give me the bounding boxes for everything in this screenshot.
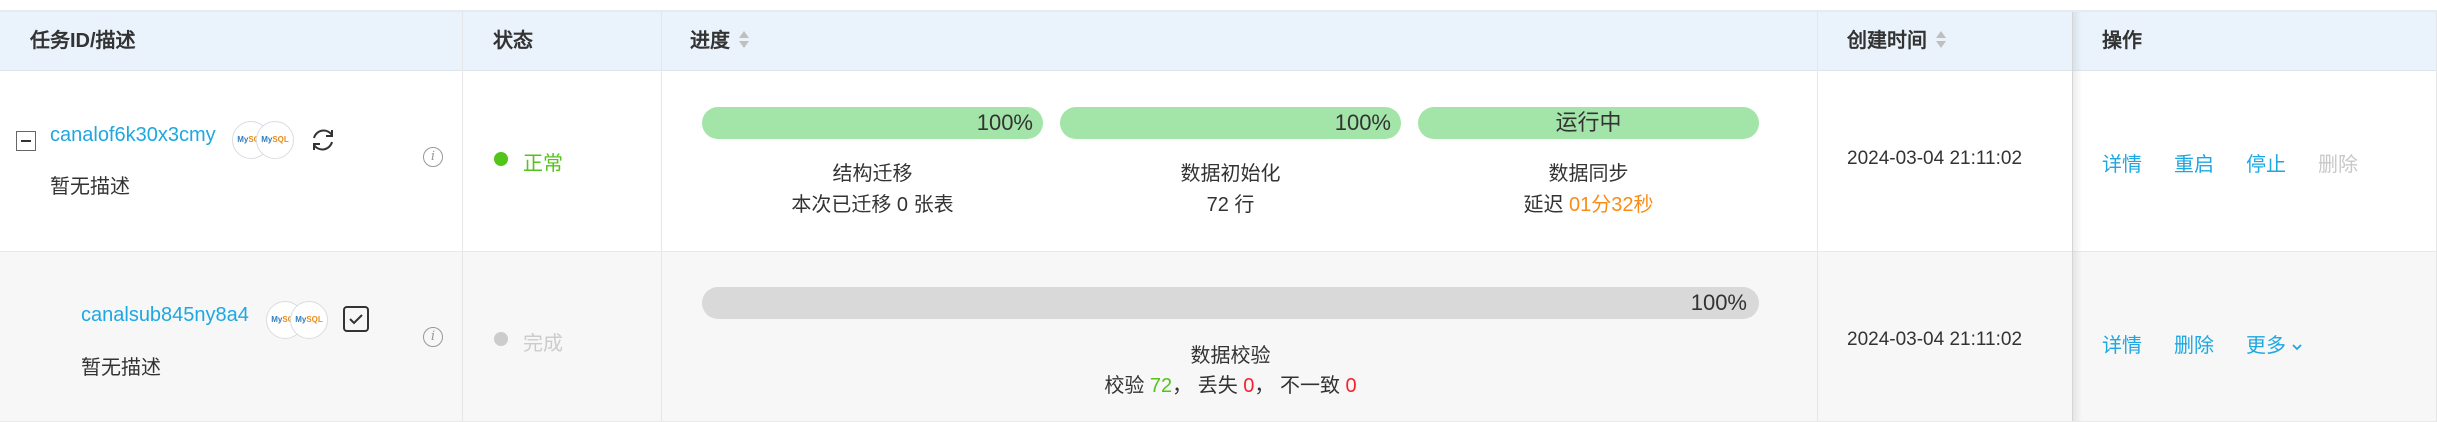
verify-summary: 校验 72， 丢失 0， 不一致 0 <box>702 369 1759 398</box>
sync-icon <box>308 125 338 155</box>
info-icon[interactable]: i <box>423 147 443 167</box>
mysql-target-icon: MySQL <box>256 121 294 159</box>
fixed-column-shadow <box>2072 12 2082 421</box>
more-label: 更多 <box>2246 335 2286 357</box>
stage-title: 结构迁移 <box>832 163 913 185</box>
delay-value: 01分32秒 <box>1569 194 1654 216</box>
task-description: 暂无描述 <box>50 176 130 198</box>
header-task: 任务ID/描述 <box>30 12 136 70</box>
status-dot <box>494 332 508 346</box>
created-time: 2024-03-04 21:11:02 <box>1847 329 2023 350</box>
column-divider <box>462 12 463 421</box>
info-icon[interactable]: i <box>423 327 443 347</box>
progress-bar-text: 100% <box>1690 290 1747 315</box>
stage-detail: 延迟 01分32秒 <box>1418 188 1759 217</box>
collapse-toggle-icon[interactable] <box>16 131 36 151</box>
created-time: 2024-03-04 21:11:02 <box>1847 148 2023 169</box>
header-progress-label: 进度 <box>690 30 730 52</box>
delete-button[interactable]: 删除 <box>2174 329 2214 358</box>
stage-title: 数据同步 <box>1548 163 1629 185</box>
header-progress[interactable]: 进度 <box>690 12 750 70</box>
header-task-label: 任务ID/描述 <box>30 30 136 52</box>
more-dropdown[interactable]: 更多 <box>2246 329 2304 358</box>
lost-label: ， 丢失 <box>1172 375 1244 397</box>
progress-bar-schema: 100% <box>702 107 1043 139</box>
task-description: 暂无描述 <box>81 357 161 379</box>
column-divider <box>661 12 662 421</box>
verify-count: 72 <box>1149 375 1173 397</box>
lost-count: 0 <box>1243 375 1255 397</box>
header-actions: 操作 <box>2102 12 2142 70</box>
stage-title: 数据初始化 <box>1180 163 1281 185</box>
restart-button[interactable]: 重启 <box>2174 148 2214 177</box>
stage-title: 数据校验 <box>1190 345 1271 367</box>
detail-button[interactable]: 详情 <box>2102 148 2142 177</box>
delay-label: 延迟 <box>1523 194 1570 216</box>
detail-button[interactable]: 详情 <box>2102 329 2142 358</box>
stage-detail: 72 行 <box>1206 194 1255 216</box>
progress-bar-init: 100% <box>1060 107 1401 139</box>
status-text: 完成 <box>523 333 563 355</box>
progress-bar-text: 运行中 <box>1555 110 1622 135</box>
header-created-label: 创建时间 <box>1847 30 1927 52</box>
mismatch-label: ， 不一致 <box>1254 375 1346 397</box>
delete-button-disabled[interactable]: 删除 <box>2318 148 2358 177</box>
verify-label: 校验 <box>1104 375 1150 397</box>
sort-icon[interactable] <box>738 30 750 50</box>
progress-bar-text: 100% <box>1334 110 1391 135</box>
status-text: 正常 <box>523 153 563 175</box>
progress-bar-sync: 运行中 <box>1418 107 1759 139</box>
column-divider <box>1817 12 1818 421</box>
stage-detail: 本次已迁移 0 张表 <box>791 194 954 216</box>
header-actions-label: 操作 <box>2102 30 2142 52</box>
status-dot <box>494 152 508 166</box>
progress-bar-verify: 100% <box>702 287 1759 319</box>
chevron-down-icon <box>2292 344 2302 350</box>
progress-bar-text: 100% <box>976 110 1033 135</box>
header-created[interactable]: 创建时间 <box>1847 12 1947 70</box>
mysql-target-icon: MySQL <box>290 301 328 339</box>
task-id-link[interactable]: canalof6k30x3cmy <box>50 124 216 147</box>
task-id-link[interactable]: canalsub845ny8a4 <box>81 304 249 327</box>
top-border <box>0 0 2437 12</box>
mismatch-count: 0 <box>1345 375 1357 397</box>
task-table: 任务ID/描述 状态 进度 创建时间 操作 canalof6k30x3cmy M… <box>0 0 2437 422</box>
stop-button[interactable]: 停止 <box>2246 148 2286 177</box>
checked-box-icon <box>342 305 370 333</box>
sort-icon[interactable] <box>1935 30 1947 50</box>
header-status: 状态 <box>493 12 533 70</box>
header-status-label: 状态 <box>493 30 533 52</box>
